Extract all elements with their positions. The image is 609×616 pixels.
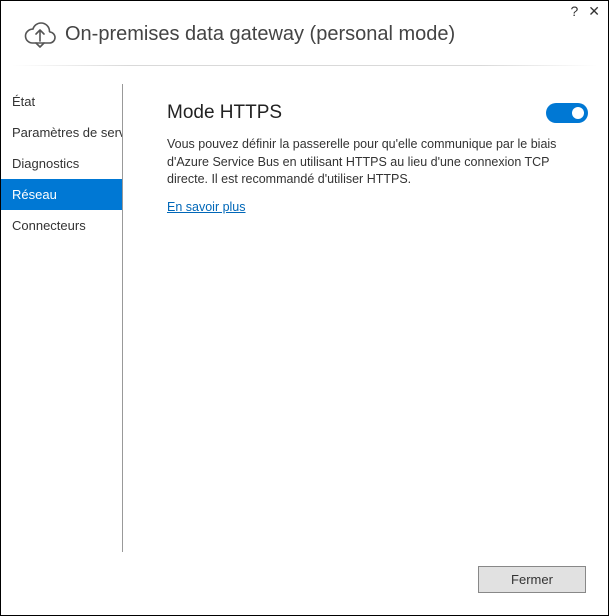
- close-icon[interactable]: ✕: [588, 3, 600, 20]
- sidebar: État Paramètres de service Diagnostics R…: [1, 84, 123, 552]
- header: On-premises data gateway (personal mode): [1, 1, 608, 65]
- help-icon[interactable]: ?: [570, 3, 578, 20]
- main-panel: Mode HTTPS Vous pouvez définir la passer…: [123, 84, 608, 552]
- cloud-upload-icon: [23, 19, 57, 49]
- sidebar-item-etat[interactable]: État: [1, 86, 122, 117]
- sidebar-item-parametres[interactable]: Paramètres de service: [1, 117, 122, 148]
- app-title: On-premises data gateway (personal mode): [65, 23, 455, 46]
- body: État Paramètres de service Diagnostics R…: [1, 66, 608, 552]
- sidebar-item-reseau[interactable]: Réseau: [1, 179, 122, 210]
- close-button[interactable]: Fermer: [478, 566, 586, 593]
- footer: Fermer: [1, 552, 608, 615]
- https-mode-title: Mode HTTPS: [167, 102, 282, 124]
- https-mode-row: Mode HTTPS: [167, 102, 588, 124]
- learn-more-link[interactable]: En savoir plus: [167, 200, 246, 214]
- sidebar-item-diagnostics[interactable]: Diagnostics: [1, 148, 122, 179]
- sidebar-item-connecteurs[interactable]: Connecteurs: [1, 210, 122, 241]
- app-window: ? ✕ On-premises data gateway (personal m…: [0, 0, 609, 616]
- titlebar-controls: ? ✕: [570, 3, 600, 20]
- https-mode-toggle[interactable]: [546, 103, 588, 123]
- https-mode-description: Vous pouvez définir la passerelle pour q…: [167, 136, 588, 189]
